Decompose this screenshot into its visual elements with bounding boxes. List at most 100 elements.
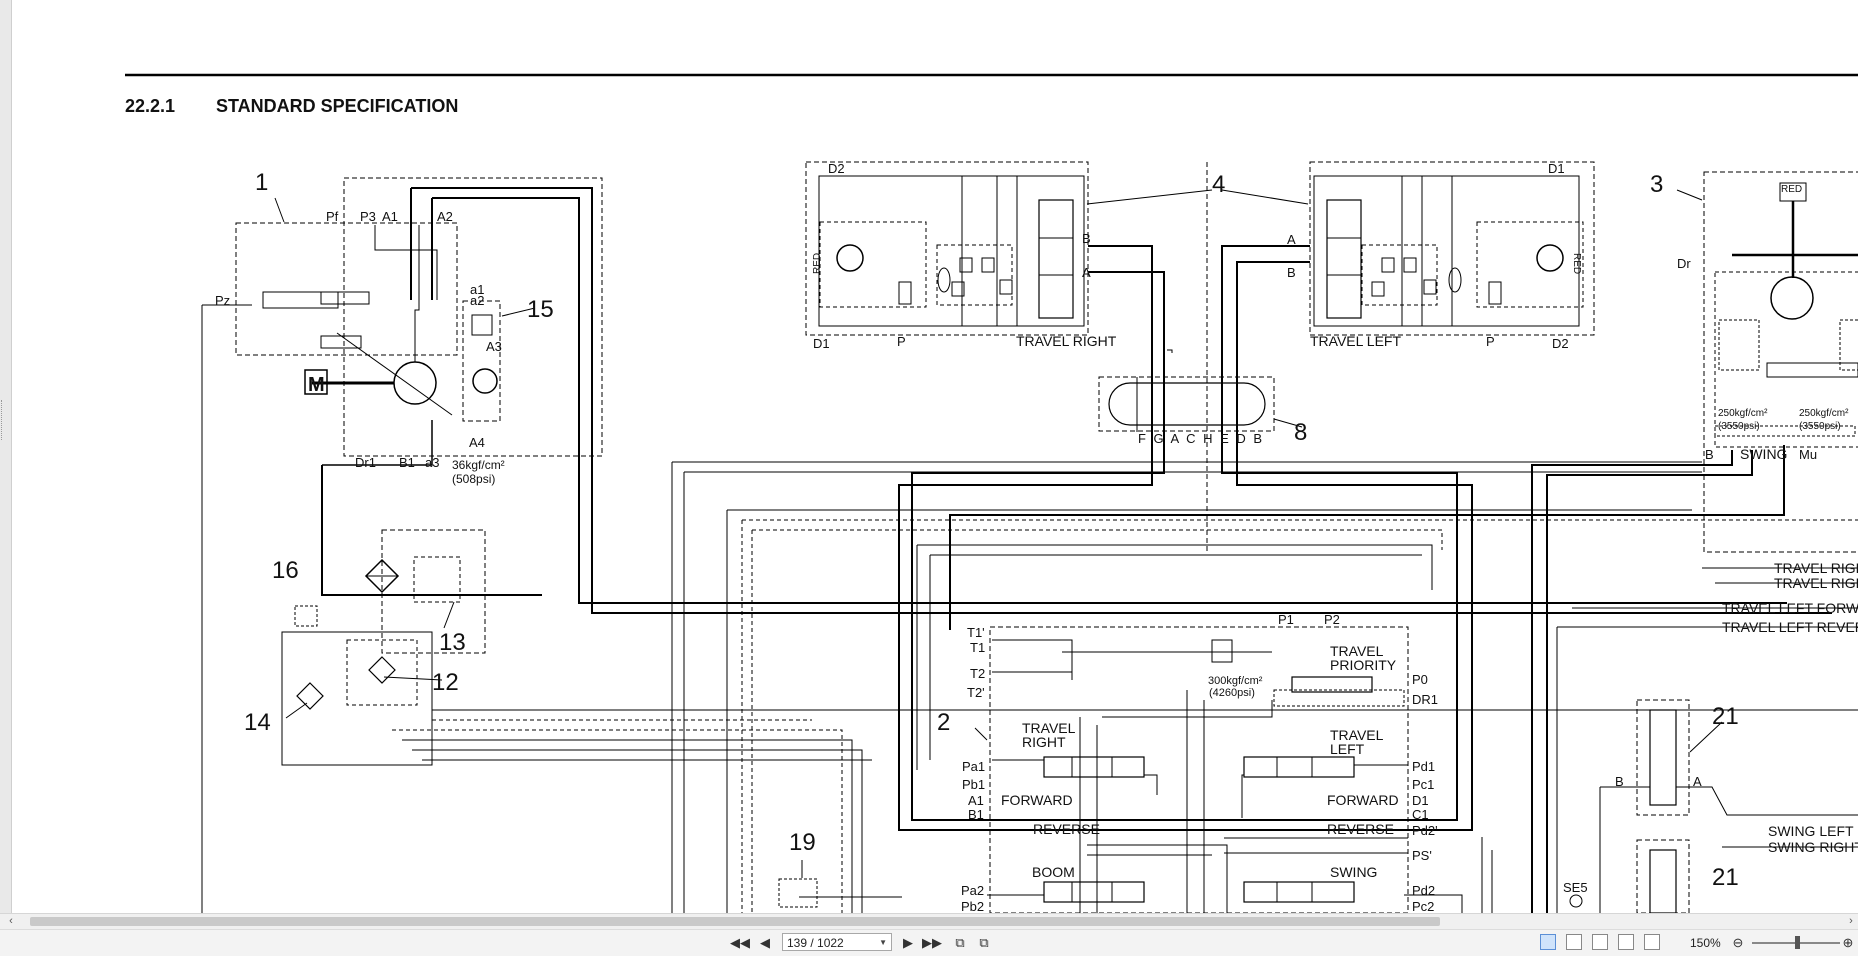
- swing-pressure-kgf-2: 250kgf/cm²: [1799, 408, 1849, 419]
- continuous-facing-view-button[interactable]: [1618, 934, 1634, 950]
- label-pa2: Pa2: [961, 883, 984, 898]
- label-d2-left: D2: [1552, 336, 1569, 351]
- callout-13: 13: [439, 629, 466, 656]
- label-p-right: P: [897, 334, 906, 349]
- swing-pressure-kgf-1: 250kgf/cm²: [1718, 408, 1768, 419]
- callout-21-bottom: 21: [1712, 864, 1739, 891]
- zoom-slider-knob[interactable]: [1795, 936, 1800, 949]
- label-b-left: B: [1287, 265, 1296, 280]
- label-c1: C1: [1412, 807, 1429, 822]
- page-number-input[interactable]: 139 / 1022 ▼: [782, 933, 892, 951]
- pump-pressure-kgf: 36kgf/cm²: [452, 458, 505, 472]
- label-pd2: Pd2: [1412, 883, 1435, 898]
- mcv-pressure-kgf: 300kgf/cm²: [1208, 675, 1263, 687]
- copy-page-icon[interactable]: ⧉: [950, 933, 970, 953]
- line-label-swing-left: SWING LEFT: [1768, 823, 1854, 839]
- label-d1-left: D1: [1548, 161, 1565, 176]
- document-page: 22.2.1 STANDARD SPECIFICATION 1 4 3 15 8…: [12, 0, 1858, 913]
- swing-pressure-psi-1: (3550psi): [1718, 421, 1760, 432]
- label-t2: T2: [970, 666, 985, 681]
- label-p2: P2: [1324, 612, 1340, 627]
- label-pz: Pz: [215, 293, 230, 308]
- label-p1: P1: [1278, 612, 1294, 627]
- label-d1-valve: D1: [1412, 793, 1429, 808]
- scroll-left-arrow[interactable]: ‹: [4, 914, 18, 929]
- forward-label-left: FORWARD: [1327, 792, 1399, 808]
- forward-label-right: FORWARD: [1001, 792, 1073, 808]
- callout-21-top: 21: [1712, 703, 1739, 730]
- travel-right-spool-label-2: RIGHT: [1022, 734, 1066, 750]
- scroll-right-arrow[interactable]: ›: [1844, 914, 1858, 929]
- label-a-left: A: [1287, 232, 1296, 247]
- callout-4: 4: [1212, 171, 1225, 198]
- callout-8: 8: [1294, 419, 1307, 446]
- label-dr1-valve: DR1: [1412, 692, 1438, 707]
- travel-right-motor-label: TRAVEL RIGHT: [1016, 333, 1117, 349]
- label-pa1: Pa1: [962, 759, 985, 774]
- reverse-label-right: REVERSE: [1033, 821, 1100, 837]
- paste-page-icon[interactable]: ⧉: [974, 933, 994, 953]
- panel-resize-grip[interactable]: [1, 400, 4, 440]
- label-d2-right: D2: [828, 161, 845, 176]
- single-page-view-button[interactable]: [1540, 934, 1556, 950]
- label-t1: T1: [970, 640, 985, 655]
- red-label-right: RED: [812, 253, 823, 274]
- label-b-valve21: B: [1615, 774, 1624, 789]
- label-b-right: B: [1082, 231, 1091, 246]
- label-a3-small: a3: [425, 455, 439, 470]
- zoom-out-icon[interactable]: ⊖: [1728, 933, 1748, 953]
- callout-2: 2: [937, 709, 950, 736]
- label-pc2: Pc2: [1412, 899, 1434, 913]
- previous-page-button[interactable]: ◀: [755, 933, 775, 953]
- label-pd1: Pd1: [1412, 759, 1435, 774]
- facing-view-button[interactable]: [1592, 934, 1608, 950]
- zoom-level[interactable]: 150%: [1690, 933, 1721, 953]
- left-panel-gutter[interactable]: [0, 0, 12, 913]
- zoom-in-icon[interactable]: ⊕: [1838, 933, 1858, 953]
- last-page-button[interactable]: ▶▶: [922, 933, 942, 953]
- swing-pressure-psi-2: (3550psi): [1799, 421, 1841, 432]
- hydraulic-schematic: 22.2.1 STANDARD SPECIFICATION 1 4 3 15 8…: [125, 73, 1858, 913]
- label-pd2-prime: Pd2': [1412, 823, 1438, 838]
- pump-pressure-psi: (508psi): [452, 472, 495, 486]
- label-b-swing: B: [1705, 447, 1714, 462]
- label-a-valve21: A: [1693, 774, 1702, 789]
- label-t2-prime: T2': [967, 685, 985, 700]
- next-page-button[interactable]: ▶: [898, 933, 918, 953]
- label-t1-prime: T1': [967, 625, 985, 640]
- line-label-travel-right-2: TRAVEL RIGHT: [1774, 575, 1858, 591]
- line-label-travel-left-forward: TRAVEL LEFT FORWA: [1722, 600, 1858, 616]
- scrollbar-thumb[interactable]: [30, 917, 1440, 926]
- label-a2: A2: [437, 209, 453, 224]
- boom-label: BOOM: [1032, 864, 1075, 880]
- label-d1-right: D1: [813, 336, 830, 351]
- swing-spool-label: SWING: [1330, 864, 1377, 880]
- label-ps-prime: PS': [1412, 848, 1432, 863]
- label-a1-valve: A1: [968, 793, 984, 808]
- label-pb2: Pb2: [961, 899, 984, 913]
- page-indicator: 139 / 1022: [787, 936, 844, 950]
- label-dr: Dr: [1677, 256, 1691, 271]
- label-p3: P3: [360, 209, 376, 224]
- section-number: 22.2.1: [125, 96, 175, 116]
- chevron-down-icon: ▼: [879, 938, 887, 947]
- travel-left-motor-label: TRAVEL LEFT: [1310, 333, 1401, 349]
- first-page-button[interactable]: ◀◀: [730, 933, 750, 953]
- continuous-view-button[interactable]: [1566, 934, 1582, 950]
- motor-label: M: [308, 374, 325, 396]
- callout-16: 16: [272, 557, 299, 584]
- callout-19: 19: [789, 829, 816, 856]
- red-label-left: RED: [1571, 253, 1582, 274]
- full-screen-view-button[interactable]: [1644, 934, 1660, 950]
- travel-left-spool-label-2: LEFT: [1330, 741, 1365, 757]
- label-p0: P0: [1412, 672, 1428, 687]
- label-a3: A3: [486, 339, 502, 354]
- red-label-swing: RED: [1781, 184, 1802, 195]
- label-a4: A4: [469, 435, 485, 450]
- center-joint-ports: F G A C H E D B: [1138, 431, 1264, 446]
- mcv-pressure-psi: (4260psi): [1209, 687, 1255, 699]
- section-title: STANDARD SPECIFICATION: [216, 96, 458, 116]
- horizontal-scrollbar[interactable]: ‹ ›: [0, 913, 1858, 929]
- label-pf: Pf: [326, 209, 339, 224]
- label-a-right: A: [1082, 265, 1091, 280]
